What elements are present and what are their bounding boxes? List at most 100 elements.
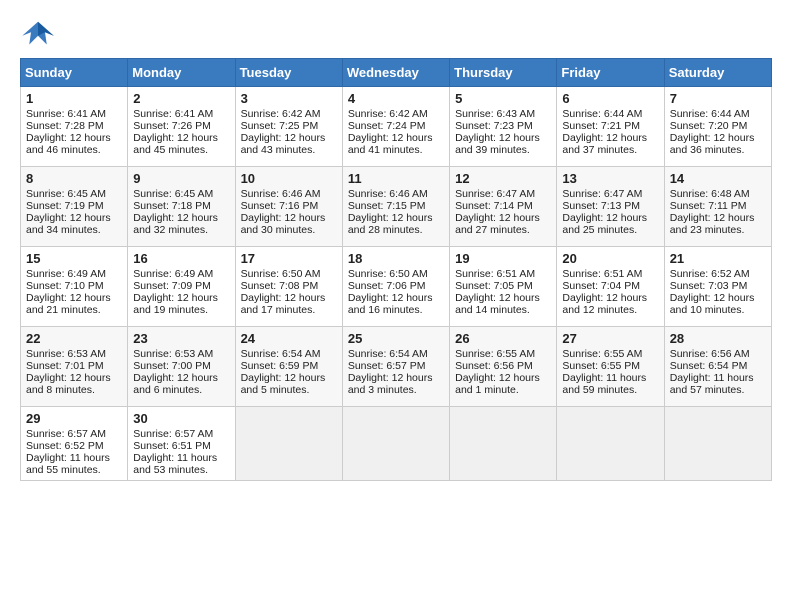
sunrise-text: Sunrise: 6:46 AM — [241, 188, 337, 200]
calendar-cell: 4Sunrise: 6:42 AMSunset: 7:24 PMDaylight… — [342, 87, 449, 167]
calendar-cell: 24Sunrise: 6:54 AMSunset: 6:59 PMDayligh… — [235, 327, 342, 407]
daylight-text: Daylight: 12 hours and 17 minutes. — [241, 292, 337, 316]
day-number: 8 — [26, 171, 122, 186]
day-number: 16 — [133, 251, 229, 266]
day-number: 20 — [562, 251, 658, 266]
sunrise-text: Sunrise: 6:51 AM — [562, 268, 658, 280]
daylight-text: Daylight: 12 hours and 14 minutes. — [455, 292, 551, 316]
calendar-week-1: 1Sunrise: 6:41 AMSunset: 7:28 PMDaylight… — [21, 87, 772, 167]
logo-icon — [20, 20, 56, 48]
calendar-cell: 16 Sunrise: 6:49 AMSunset: 7:09 PMDayligh… — [128, 247, 235, 327]
calendar-cell: 23Sunrise: 6:53 AMSunset: 7:00 PMDayligh… — [128, 327, 235, 407]
day-number: 17 — [241, 251, 337, 266]
calendar-cell: 7Sunrise: 6:44 AMSunset: 7:20 PMDaylight… — [664, 87, 771, 167]
sunrise-text: Sunrise: 6:49 AM — [133, 268, 229, 280]
sunrise-text: Sunrise: 6:46 AM — [348, 188, 444, 200]
day-number: 5 — [455, 91, 551, 106]
sunset-text: Sunset: 7:09 PM — [133, 280, 229, 292]
daylight-text: Daylight: 12 hours and 36 minutes. — [670, 132, 766, 156]
sunrise-text: Sunrise: 6:54 AM — [348, 348, 444, 360]
day-number: 21 — [670, 251, 766, 266]
sunrise-text: Sunrise: 6:41 AM — [133, 108, 229, 120]
daylight-text: Daylight: 12 hours and 28 minutes. — [348, 212, 444, 236]
day-header-wednesday: Wednesday — [342, 59, 449, 87]
sunrise-text: Sunrise: 6:41 AM — [26, 108, 122, 120]
day-number: 3 — [241, 91, 337, 106]
sunrise-text: Sunrise: 6:55 AM — [455, 348, 551, 360]
daylight-text: Daylight: 11 hours and 57 minutes. — [670, 372, 766, 396]
day-header-thursday: Thursday — [450, 59, 557, 87]
sunset-text: Sunset: 7:00 PM — [133, 360, 229, 372]
sunrise-text: Sunrise: 6:52 AM — [670, 268, 766, 280]
daylight-text: Daylight: 12 hours and 43 minutes. — [241, 132, 337, 156]
calendar-week-3: 15Sunrise: 6:49 AMSunset: 7:10 PMDayligh… — [21, 247, 772, 327]
calendar-cell — [664, 407, 771, 481]
calendar-cell: 12Sunrise: 6:47 AMSunset: 7:14 PMDayligh… — [450, 167, 557, 247]
day-number: 4 — [348, 91, 444, 106]
calendar-cell: 20 Sunrise: 6:51 AMSunset: 7:04 PMDayligh… — [557, 247, 664, 327]
day-number: 15 — [26, 251, 122, 266]
sunset-text: Sunset: 7:14 PM — [455, 200, 551, 212]
sunrise-text: Sunrise: 6:50 AM — [241, 268, 337, 280]
sunrise-text: Sunrise: 6:55 AM — [562, 348, 658, 360]
daylight-text: Daylight: 12 hours and 12 minutes. — [562, 292, 658, 316]
sunrise-text: Sunrise: 6:53 AM — [133, 348, 229, 360]
calendar-cell — [235, 407, 342, 481]
sunset-text: Sunset: 7:23 PM — [455, 120, 551, 132]
daylight-text: Daylight: 11 hours and 53 minutes. — [133, 452, 229, 476]
sunset-text: Sunset: 7:28 PM — [26, 120, 122, 132]
daylight-text: Daylight: 12 hours and 6 minutes. — [133, 372, 229, 396]
sunrise-text: Sunrise: 6:43 AM — [455, 108, 551, 120]
sunrise-text: Sunrise: 6:48 AM — [670, 188, 766, 200]
sunset-text: Sunset: 7:04 PM — [562, 280, 658, 292]
calendar-cell: 18Sunrise: 6:50 AMSunset: 7:06 PMDayligh… — [342, 247, 449, 327]
day-number: 18 — [348, 251, 444, 266]
day-header-saturday: Saturday — [664, 59, 771, 87]
sunset-text: Sunset: 6:54 PM — [670, 360, 766, 372]
sunrise-text: Sunrise: 6:44 AM — [670, 108, 766, 120]
sunrise-text: Sunrise: 6:42 AM — [348, 108, 444, 120]
day-number: 12 — [455, 171, 551, 186]
calendar-cell: 9Sunrise: 6:45 AMSunset: 7:18 PMDaylight… — [128, 167, 235, 247]
calendar-week-5: 29Sunrise: 6:57 AMSunset: 6:52 PMDayligh… — [21, 407, 772, 481]
day-number: 6 — [562, 91, 658, 106]
daylight-text: Daylight: 12 hours and 39 minutes. — [455, 132, 551, 156]
sunset-text: Sunset: 6:56 PM — [455, 360, 551, 372]
daylight-text: Daylight: 12 hours and 3 minutes. — [348, 372, 444, 396]
sunrise-text: Sunrise: 6:56 AM — [670, 348, 766, 360]
day-header-monday: Monday — [128, 59, 235, 87]
calendar-cell: 3Sunrise: 6:42 AMSunset: 7:25 PMDaylight… — [235, 87, 342, 167]
day-number: 22 — [26, 331, 122, 346]
day-number: 26 — [455, 331, 551, 346]
calendar-cell: 22Sunrise: 6:53 AMSunset: 7:01 PMDayligh… — [21, 327, 128, 407]
day-number: 2 — [133, 91, 229, 106]
calendar-cell: 30 Sunrise: 6:57 AMSunset: 6:51 PMDayligh… — [128, 407, 235, 481]
calendar-cell: 13Sunrise: 6:47 AMSunset: 7:13 PMDayligh… — [557, 167, 664, 247]
daylight-text: Daylight: 12 hours and 46 minutes. — [26, 132, 122, 156]
sunrise-text: Sunrise: 6:44 AM — [562, 108, 658, 120]
sunrise-text: Sunrise: 6:57 AM — [26, 428, 122, 440]
sunrise-text: Sunrise: 6:45 AM — [26, 188, 122, 200]
sunset-text: Sunset: 7:19 PM — [26, 200, 122, 212]
day-number: 29 — [26, 411, 122, 426]
sunrise-text: Sunrise: 6:53 AM — [26, 348, 122, 360]
sunset-text: Sunset: 6:55 PM — [562, 360, 658, 372]
daylight-text: Daylight: 12 hours and 1 minute. — [455, 372, 551, 396]
daylight-text: Daylight: 11 hours and 55 minutes. — [26, 452, 122, 476]
sunset-text: Sunset: 7:06 PM — [348, 280, 444, 292]
page-header — [20, 20, 772, 48]
sunrise-text: Sunrise: 6:57 AM — [133, 428, 229, 440]
daylight-text: Daylight: 12 hours and 5 minutes. — [241, 372, 337, 396]
daylight-text: Daylight: 12 hours and 19 minutes. — [133, 292, 229, 316]
calendar-cell: 6Sunrise: 6:44 AMSunset: 7:21 PMDaylight… — [557, 87, 664, 167]
daylight-text: Daylight: 12 hours and 25 minutes. — [562, 212, 658, 236]
sunset-text: Sunset: 7:03 PM — [670, 280, 766, 292]
sunset-text: Sunset: 6:51 PM — [133, 440, 229, 452]
calendar-cell: 21Sunrise: 6:52 AMSunset: 7:03 PMDayligh… — [664, 247, 771, 327]
calendar-cell: 10Sunrise: 6:46 AMSunset: 7:16 PMDayligh… — [235, 167, 342, 247]
daylight-text: Daylight: 12 hours and 34 minutes. — [26, 212, 122, 236]
day-number: 30 — [133, 411, 229, 426]
calendar-cell: 11Sunrise: 6:46 AMSunset: 7:15 PMDayligh… — [342, 167, 449, 247]
day-number: 7 — [670, 91, 766, 106]
sunrise-text: Sunrise: 6:47 AM — [455, 188, 551, 200]
